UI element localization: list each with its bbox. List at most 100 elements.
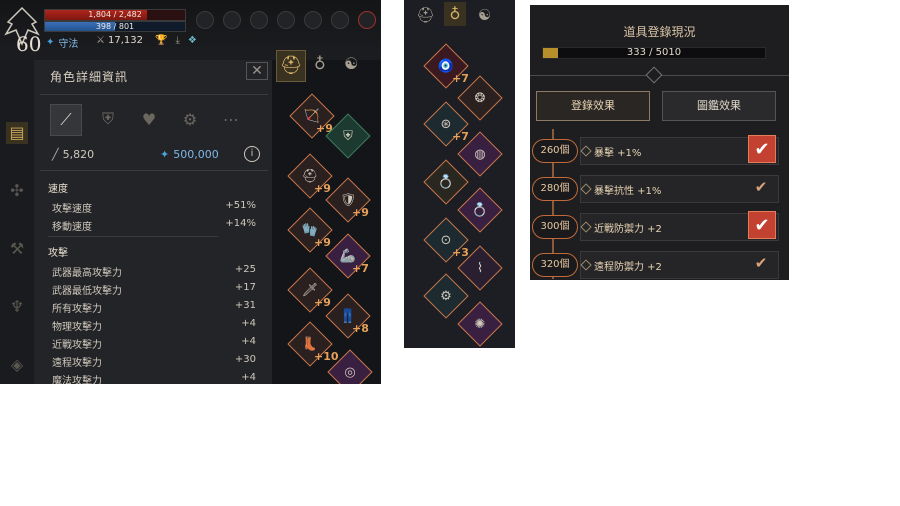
character-detail-sheet: 角色詳細資訊 ✕ ⟋ ⛨ ♥ ⚙ ⋯ ╱ 5,820 ✦ 500,000 i 速度 …	[34, 60, 272, 384]
compass-icon[interactable]: ✣	[6, 180, 28, 202]
shield-icon: ⛨	[343, 128, 353, 144]
accessory-slot[interactable]: ⌇	[457, 245, 503, 291]
registration-progress: 333 / 5010	[542, 47, 766, 59]
threshold-badge: 320個	[532, 253, 578, 277]
tab-weapon-icon[interactable]: ⟋	[50, 104, 82, 136]
tab-codex-effect[interactable]: 圖鑑效果	[662, 91, 776, 121]
cloak-icon: ◎	[344, 364, 356, 380]
tab-gear-icon[interactable]: ⚙	[175, 104, 205, 134]
checkmark-active-icon[interactable]: ✔	[748, 135, 776, 163]
pet-icon[interactable]: ❖	[188, 35, 197, 46]
checkmark-active-icon[interactable]: ✔	[748, 211, 776, 239]
checkmark-icon[interactable]: ✔	[750, 176, 772, 198]
close-button[interactable]: ✕	[246, 62, 268, 80]
feather-slot[interactable]	[358, 11, 376, 29]
mp-bar: 398 / 801	[44, 21, 186, 32]
accessory-slot[interactable]: 💍	[457, 187, 503, 233]
buff-slot[interactable]	[196, 11, 214, 29]
character-panel: 60 1,804 / 2,482 398 / 801 ✦ 守法 ⚔ 17,132…	[0, 0, 381, 384]
rune-icon: ⚙	[440, 288, 452, 304]
talisman-icon: ✺	[474, 316, 486, 332]
effect-text: 暴擊抗性 +1%	[594, 186, 662, 197]
hp-bar: 1,804 / 2,482	[44, 9, 186, 21]
sheet-title: 角色詳細資訊	[50, 70, 129, 84]
helmet-icon[interactable]: ⛑	[276, 50, 306, 82]
stat-value: +25	[234, 264, 256, 275]
mask-icon[interactable]: ☯	[344, 54, 358, 73]
mp-text: 398 / 801	[95, 22, 135, 31]
stat-label: 武器最高攻擊力	[52, 268, 122, 279]
effect-text: 遠程防禦力 +2	[594, 262, 662, 273]
tab-more-icon[interactable]: ⋯	[216, 104, 246, 134]
effect-text: 暴擊 +1%	[594, 148, 642, 159]
buff-slot[interactable]	[250, 11, 268, 29]
necklace-icon[interactable]: ♁	[444, 2, 466, 26]
accessory-slot[interactable]: ⚙	[423, 273, 469, 319]
crossed-swords-icon: ⚔	[96, 35, 105, 46]
info-icon[interactable]: i	[244, 146, 260, 162]
attack-stat: ╱ 5,820	[52, 148, 95, 161]
enhance-level: +9	[314, 236, 331, 249]
accessory-slot[interactable]: 💍	[423, 159, 469, 205]
equipment-slot[interactable]: ⛨	[325, 113, 371, 159]
effect-text: 近戰防禦力 +2	[594, 224, 662, 235]
arrow-down-icon[interactable]: ⤓	[175, 35, 179, 46]
bracelet-icon: ◍	[474, 146, 486, 162]
divider	[40, 94, 268, 95]
character-book-icon[interactable]: ▤	[6, 122, 28, 144]
enhance-level: +8	[352, 322, 369, 335]
ring-icon: 💍	[437, 174, 455, 190]
equipment-tabs: ⟋ ⛨ ♥ ⚙ ⋯	[50, 104, 257, 136]
stat-value: +17	[234, 282, 256, 293]
enhance-level: +9	[314, 296, 331, 309]
equipment-column: ⛑ ♁ ☯ 🏹 +9 ⛨ ⛑ +9 🛡 +9 🧤 +9 🦾 +7 🗡 +9 👖 +8 👢 +10 ◎	[272, 50, 381, 384]
stat-row: 遠程攻擊力 +30	[52, 354, 256, 369]
stat-row: 武器最低攻擊力 +17	[52, 282, 256, 297]
buff-slots	[196, 11, 376, 29]
buff-slot[interactable]	[331, 11, 349, 29]
hp-text: 1,804 / 2,482	[88, 10, 142, 19]
trophy-icon[interactable]: 🏆	[155, 35, 167, 46]
level-text: 60	[16, 32, 42, 56]
stat-label: 武器最低攻擊力	[52, 286, 122, 297]
stat-label: 遠程攻擊力	[52, 358, 102, 369]
anvil-icon[interactable]: ⚒	[6, 238, 28, 260]
threshold-badge: 260個	[532, 139, 578, 163]
accessory-slot[interactable]: ✺	[457, 301, 503, 347]
buff-slot[interactable]	[223, 11, 241, 29]
stat-label: 所有攻擊力	[52, 304, 102, 315]
combat-power-stat: ✦ 500,000	[160, 148, 219, 161]
crest-icon[interactable]: ◈	[6, 354, 28, 376]
stat-row: 所有攻擊力 +31	[52, 300, 256, 315]
stat-row: 物理攻擊力 +4	[52, 318, 256, 333]
panel-title: 道具登錄現況	[623, 25, 696, 39]
stat-label: 物理攻擊力	[52, 322, 102, 333]
stat-row: 武器最高攻擊力 +25	[52, 264, 256, 279]
stat-value: +31	[234, 300, 256, 311]
stat-value: +4	[241, 318, 256, 329]
stat-row: 攻擊速度 +51%	[52, 200, 256, 215]
tab-register-effect[interactable]: 登錄效果	[536, 91, 650, 121]
buff-slot[interactable]	[277, 11, 295, 29]
enhance-level: +7	[352, 262, 369, 275]
speed-section-title: 速度	[48, 184, 68, 195]
stat-value: +30	[234, 354, 256, 365]
alignment-indicator: ✦ 守法	[46, 37, 79, 50]
necklace-icon[interactable]: ♁	[314, 54, 326, 73]
tab-shield-icon[interactable]: ⛨	[93, 104, 123, 134]
sidebar: ▤ ✣ ⚒ ♆ ◈	[0, 60, 34, 384]
divider	[48, 236, 218, 237]
sword-icon: ╱	[52, 148, 59, 161]
enhance-level: +9	[314, 182, 331, 195]
mask-icon[interactable]: ☯	[478, 6, 491, 24]
buff-slot[interactable]	[304, 11, 322, 29]
necklace-icon: ❂	[474, 90, 486, 106]
checkmark-icon[interactable]: ✔	[750, 252, 772, 274]
stat-value: +4	[241, 336, 256, 347]
helmet-icon[interactable]: ⛑	[416, 6, 435, 24]
item-registration-panel: 道具登錄現況 333 / 5010 登錄效果 圖鑑效果 260個 暴擊 +1% ✔ 2…	[530, 5, 789, 280]
accessory-slot[interactable]: ◍	[457, 131, 503, 177]
accessory-slot[interactable]: ❂	[457, 75, 503, 121]
tab-heart-icon[interactable]: ♥	[134, 104, 164, 134]
tree-icon[interactable]: ♆	[6, 296, 28, 318]
